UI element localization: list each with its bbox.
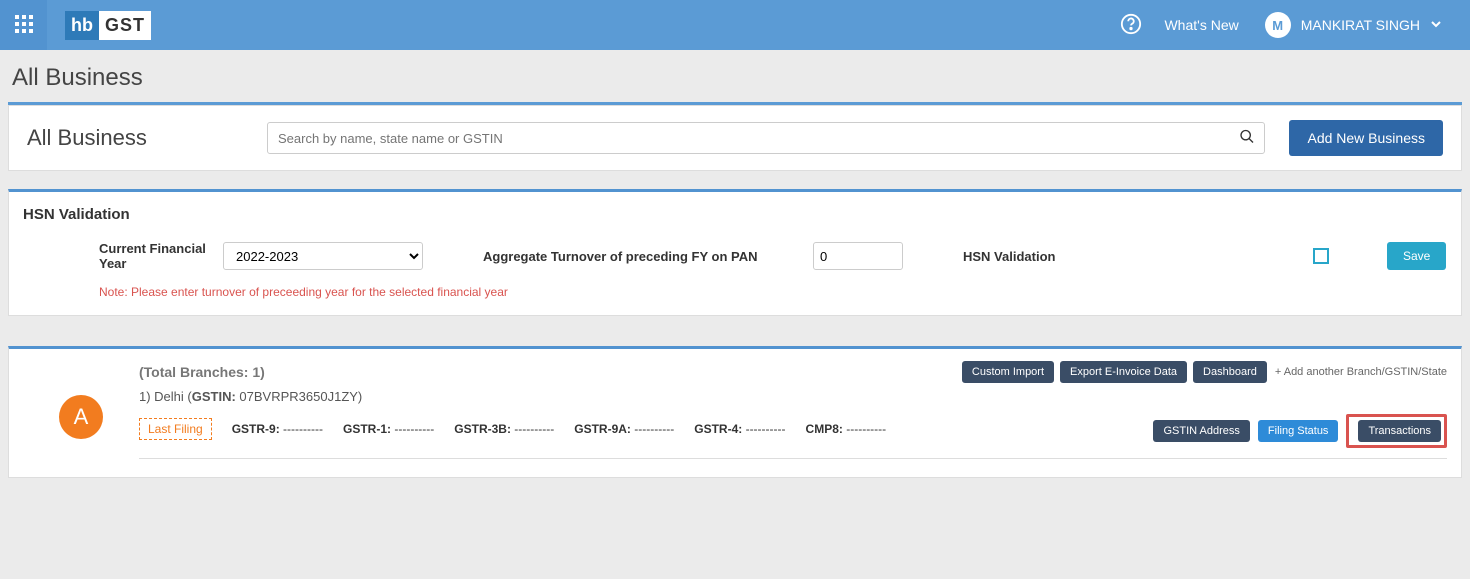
business-avatar: A [59, 395, 103, 439]
apps-menu-button[interactable] [0, 0, 47, 50]
hsn-validation-panel: HSN Validation Current Financial Year 20… [8, 189, 1462, 316]
page-title: All Business [8, 56, 1462, 102]
business-list-panel: (Total Branches: 1) Custom Import Export… [8, 346, 1462, 478]
last-filing-badge: Last Filing [139, 418, 212, 440]
filing-gstr4: GSTR-4: ---------- [694, 422, 785, 436]
hsn-validation-checkbox[interactable] [1313, 248, 1329, 264]
filing-status-button[interactable]: Filing Status [1258, 420, 1339, 442]
filing-gstr3b: GSTR-3B: ---------- [454, 422, 554, 436]
add-new-business-button[interactable]: Add New Business [1289, 120, 1443, 156]
gstin-address-button[interactable]: GSTIN Address [1153, 420, 1249, 442]
business-row: A 1) Delhi (GSTIN: 07BVRPR3650J1ZY) Last… [9, 389, 1461, 459]
logo[interactable]: hb GST [65, 11, 151, 40]
chevron-down-icon [1430, 17, 1442, 33]
dashboard-button[interactable]: Dashboard [1193, 361, 1267, 383]
filing-cmp8: CMP8: ---------- [806, 422, 887, 436]
export-einvoice-button[interactable]: Export E-Invoice Data [1060, 361, 1187, 383]
gstin-label: GSTIN: [192, 389, 236, 404]
turnover-input[interactable] [813, 242, 903, 270]
hsn-note: Note: Please enter turnover of preceedin… [9, 285, 1461, 315]
total-branches-label: (Total Branches: 1) [139, 364, 265, 380]
branch-prefix: 1) Delhi ( [139, 389, 192, 404]
gstin-line: 1) Delhi (GSTIN: 07BVRPR3650J1ZY) [139, 389, 1447, 410]
logo-gst: GST [99, 11, 151, 40]
fy-select[interactable]: 2022-2023 [223, 242, 423, 270]
gstin-value: 07BVRPR3650J1ZY) [236, 389, 362, 404]
transactions-highlight: Transactions [1346, 414, 1447, 448]
transactions-button[interactable]: Transactions [1358, 420, 1441, 442]
add-branch-link[interactable]: + Add another Branch/GSTIN/State [1275, 366, 1447, 378]
whats-new-link[interactable]: What's New [1164, 17, 1238, 33]
hsn-validation-label: HSN Validation [963, 249, 1143, 264]
apps-grid-icon [15, 15, 33, 36]
user-avatar: M [1265, 12, 1291, 38]
filing-gstr1: GSTR-1: ---------- [343, 422, 434, 436]
help-icon [1120, 13, 1142, 38]
hsn-title: HSN Validation [9, 192, 1461, 233]
help-button[interactable] [1120, 13, 1142, 38]
search-icon[interactable] [1239, 129, 1255, 148]
user-name: MANKIRAT SINGH [1301, 17, 1420, 33]
save-button[interactable]: Save [1387, 242, 1446, 270]
search-input[interactable] [267, 122, 1265, 154]
fy-label: Current Financial Year [23, 241, 223, 271]
turnover-label: Aggregate Turnover of preceding FY on PA… [453, 249, 813, 264]
logo-hb: hb [65, 11, 99, 40]
business-search-panel: All Business Add New Business [8, 105, 1462, 171]
topbar: hb GST What's New M MANKIRAT SINGH [0, 0, 1470, 50]
filing-gstr9: GSTR-9: ---------- [232, 422, 323, 436]
filing-gstr9a: GSTR-9A: ---------- [574, 422, 674, 436]
user-menu[interactable]: M MANKIRAT SINGH [1265, 12, 1442, 38]
custom-import-button[interactable]: Custom Import [962, 361, 1054, 383]
all-business-label: All Business [27, 125, 267, 151]
